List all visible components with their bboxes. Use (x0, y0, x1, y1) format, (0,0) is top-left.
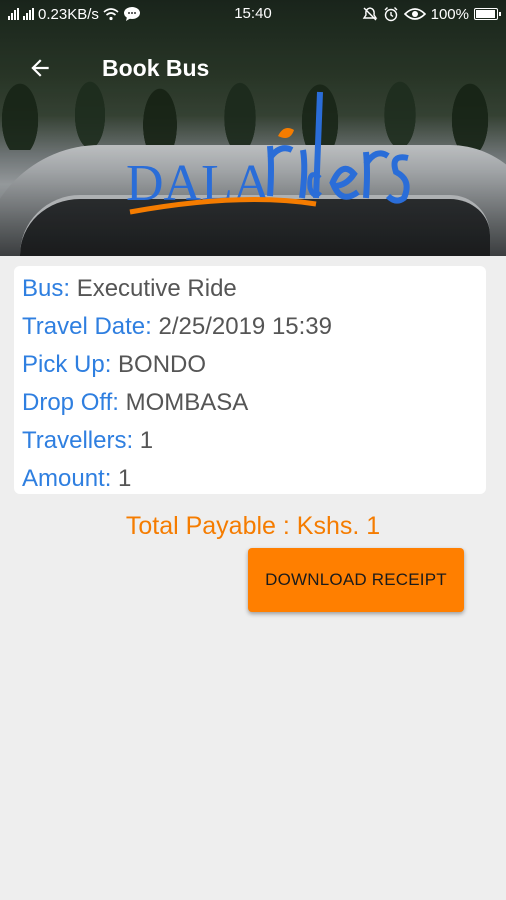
amount-value: 1 (118, 465, 132, 492)
travellers-label: Travellers: (22, 427, 140, 454)
travel-date-label: Travel Date: (22, 313, 159, 340)
toolbar: Book Bus (0, 40, 506, 96)
travel-date-value: 2/25/2019 15:39 (158, 313, 333, 340)
battery-percent: 100% (430, 5, 469, 23)
pickup-row: Pick Up: BONDO (22, 346, 478, 384)
network-speed: 0.23KB/s (38, 5, 99, 23)
dalariders-logo: DALA (126, 91, 410, 215)
travel-date-row: Travel Date: 2/25/2019 15:39 (22, 308, 478, 346)
total-payable: Total Payable : Kshs. 1 (125, 512, 381, 540)
battery-icon (474, 8, 501, 20)
alarm-icon (384, 7, 398, 22)
chat-icon (123, 7, 140, 21)
travellers-value: 1 (139, 427, 154, 454)
wifi-icon (103, 8, 119, 21)
amount-row: Amount: 1 (22, 460, 478, 498)
signal-icon (8, 8, 19, 20)
eye-icon (403, 8, 426, 20)
mute-icon (362, 7, 377, 21)
arrow-left-icon (31, 59, 49, 77)
pickup-label: Pick Up: (22, 351, 119, 378)
status-bar: 0.23KB/s 15:40 100% (0, 0, 506, 28)
header-banner: DALA 0.23KB/s 15:40 100% Book Bus (0, 0, 506, 256)
booking-details-card: Bus: Executive Ride Travel Date: 2/25/20… (14, 266, 486, 494)
bus-value: Executive Ride (76, 275, 237, 302)
dropoff-row: Drop Off: MOMBASA (22, 384, 478, 422)
dropoff-label: Drop Off: (22, 389, 126, 416)
page-title: Book Bus (102, 54, 210, 81)
bus-label: Bus: (22, 275, 77, 302)
pickup-value: BONDO (118, 351, 207, 378)
amount-label: Amount: (22, 465, 119, 492)
back-button[interactable] (12, 40, 68, 96)
download-receipt-button[interactable]: DOWNLOAD RECEIPT (248, 548, 464, 612)
dropoff-value: MOMBASA (125, 389, 249, 416)
signal-icon (23, 8, 34, 20)
bus-row: Bus: Executive Ride (22, 270, 478, 308)
travellers-row: Travellers: 1 (22, 422, 478, 460)
